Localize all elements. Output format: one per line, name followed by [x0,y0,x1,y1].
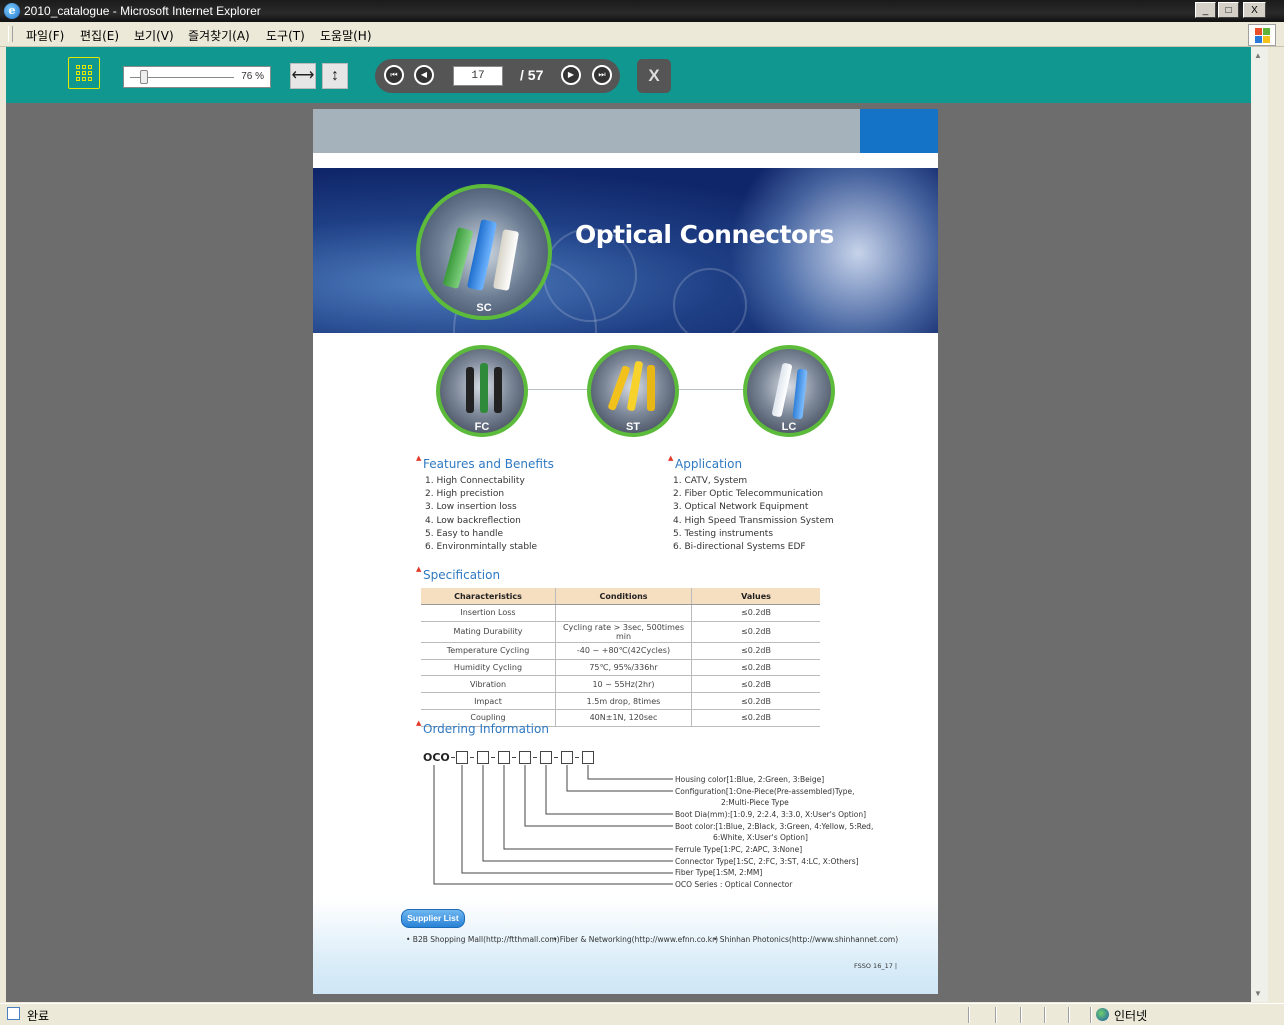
catalog-page: Optical Connectors SC FC ST LC ▲ Feature… [313,109,938,994]
menu-view[interactable]: 보기(V) [134,27,174,44]
browser-viewport: 76 % ⟷ ↕ ⏮ ◀ 17 / 57 ▶ ⏭ X ▲ ▼ Optical C… [6,47,1268,1002]
first-page-button[interactable]: ⏮ [384,65,404,85]
ordering-legend-item: Boot Dia(mm):[1:0.9, 2:2.4, 3:3.0, X:Use… [675,810,867,819]
fit-width-button[interactable]: ⟷ [290,63,316,89]
next-page-button[interactable]: ▶ [561,65,581,85]
scroll-down-icon[interactable]: ▼ [1254,989,1262,998]
zoom-value: 76 % [241,71,264,82]
ordering-legend-item: Configuration[1:One-Piece(Pre-assembled)… [675,787,855,796]
page-footer: FSSO 16_17 | [854,962,898,970]
ordering-legend-item: Fiber Type[1:SM, 2:MM] [675,868,763,877]
menu-bar: 파일(F) 편집(E) 보기(V) 즐겨찾기(A) 도구(T) 도움말(H) [0,22,1284,47]
supplier-link[interactable]: • B2B Shopping Mall(http://ftthmall.com) [406,935,560,944]
supplier-footer: Supplier List • B2B Shopping Mall(http:/… [313,899,938,994]
ordering-legend-item: 6:White, X:User's Option] [713,833,808,842]
last-page-button[interactable]: ⏭ [592,65,612,85]
internet-zone-icon [1096,1008,1109,1021]
previous-page-button[interactable]: ◀ [414,65,434,85]
menu-edit[interactable]: 편집(E) [80,27,119,44]
vertical-scrollbar[interactable]: ▲ ▼ [1251,47,1268,1002]
flipbook-toolbar: 76 % ⟷ ↕ ⏮ ◀ 17 / 57 ▶ ⏭ X [6,47,1268,103]
ordering-legend-item: Connector Type[1:SC, 2:FC, 3:ST, 4:LC, X… [675,857,859,866]
supplier-link[interactable]: • Shinhan Photonics(http://www.shinhanne… [713,935,898,944]
window-title: 2010_catalogue - Microsoft Internet Expl… [24,4,261,18]
thumbnail-grid-button[interactable] [68,57,100,89]
status-bar: 완료 인터넷 [0,1003,1284,1025]
page-navigation: ⏮ ◀ 17 / 57 ▶ ⏭ [375,59,620,93]
menu-file[interactable]: 파일(F) [26,27,64,44]
page-done-icon [7,1007,20,1020]
windows-logo-icon [1248,24,1276,46]
fit-height-button[interactable]: ↕ [322,63,348,89]
title-bar: e 2010_catalogue - Microsoft Internet Ex… [0,0,1284,22]
menu-tools[interactable]: 도구(T) [266,27,305,44]
status-text: 완료 [27,1009,50,1023]
supplier-link[interactable]: • Fiber & Networking(http://www.efnn.co.… [553,935,718,944]
minimize-button[interactable]: _ [1195,2,1216,18]
zoom-slider[interactable]: 76 % [123,66,271,88]
ordering-legend-item: Ferrule Type[1:PC, 2:APC, 3:None] [675,845,803,854]
maximize-button[interactable]: □ [1218,2,1239,18]
close-viewer-button[interactable]: X [637,59,671,93]
page-number-input[interactable]: 17 [453,66,503,86]
scroll-up-icon[interactable]: ▲ [1254,51,1262,60]
total-pages: / 57 [520,67,544,83]
supplier-list-badge: Supplier List [401,909,465,928]
ordering-legend-item: Housing color[1:Blue, 2:Green, 3:Beige] [675,775,825,784]
ordering-legend-item: 2:Multi-Piece Type [721,798,789,807]
security-zone-label: 인터넷 [1114,1009,1148,1023]
toolbar-grip[interactable] [8,26,13,42]
internet-explorer-icon: e [4,3,20,19]
zoom-slider-handle[interactable] [140,70,148,84]
menu-help[interactable]: 도움말(H) [320,27,372,44]
menu-favorites[interactable]: 즐겨찾기(A) [188,27,250,44]
close-window-button[interactable]: X [1243,2,1266,18]
ordering-legend-item: Boot color:[1:Blue, 2:Black, 3:Green, 4:… [675,822,874,831]
ordering-legend-item: OCO Series : Optical Connector [675,880,793,889]
